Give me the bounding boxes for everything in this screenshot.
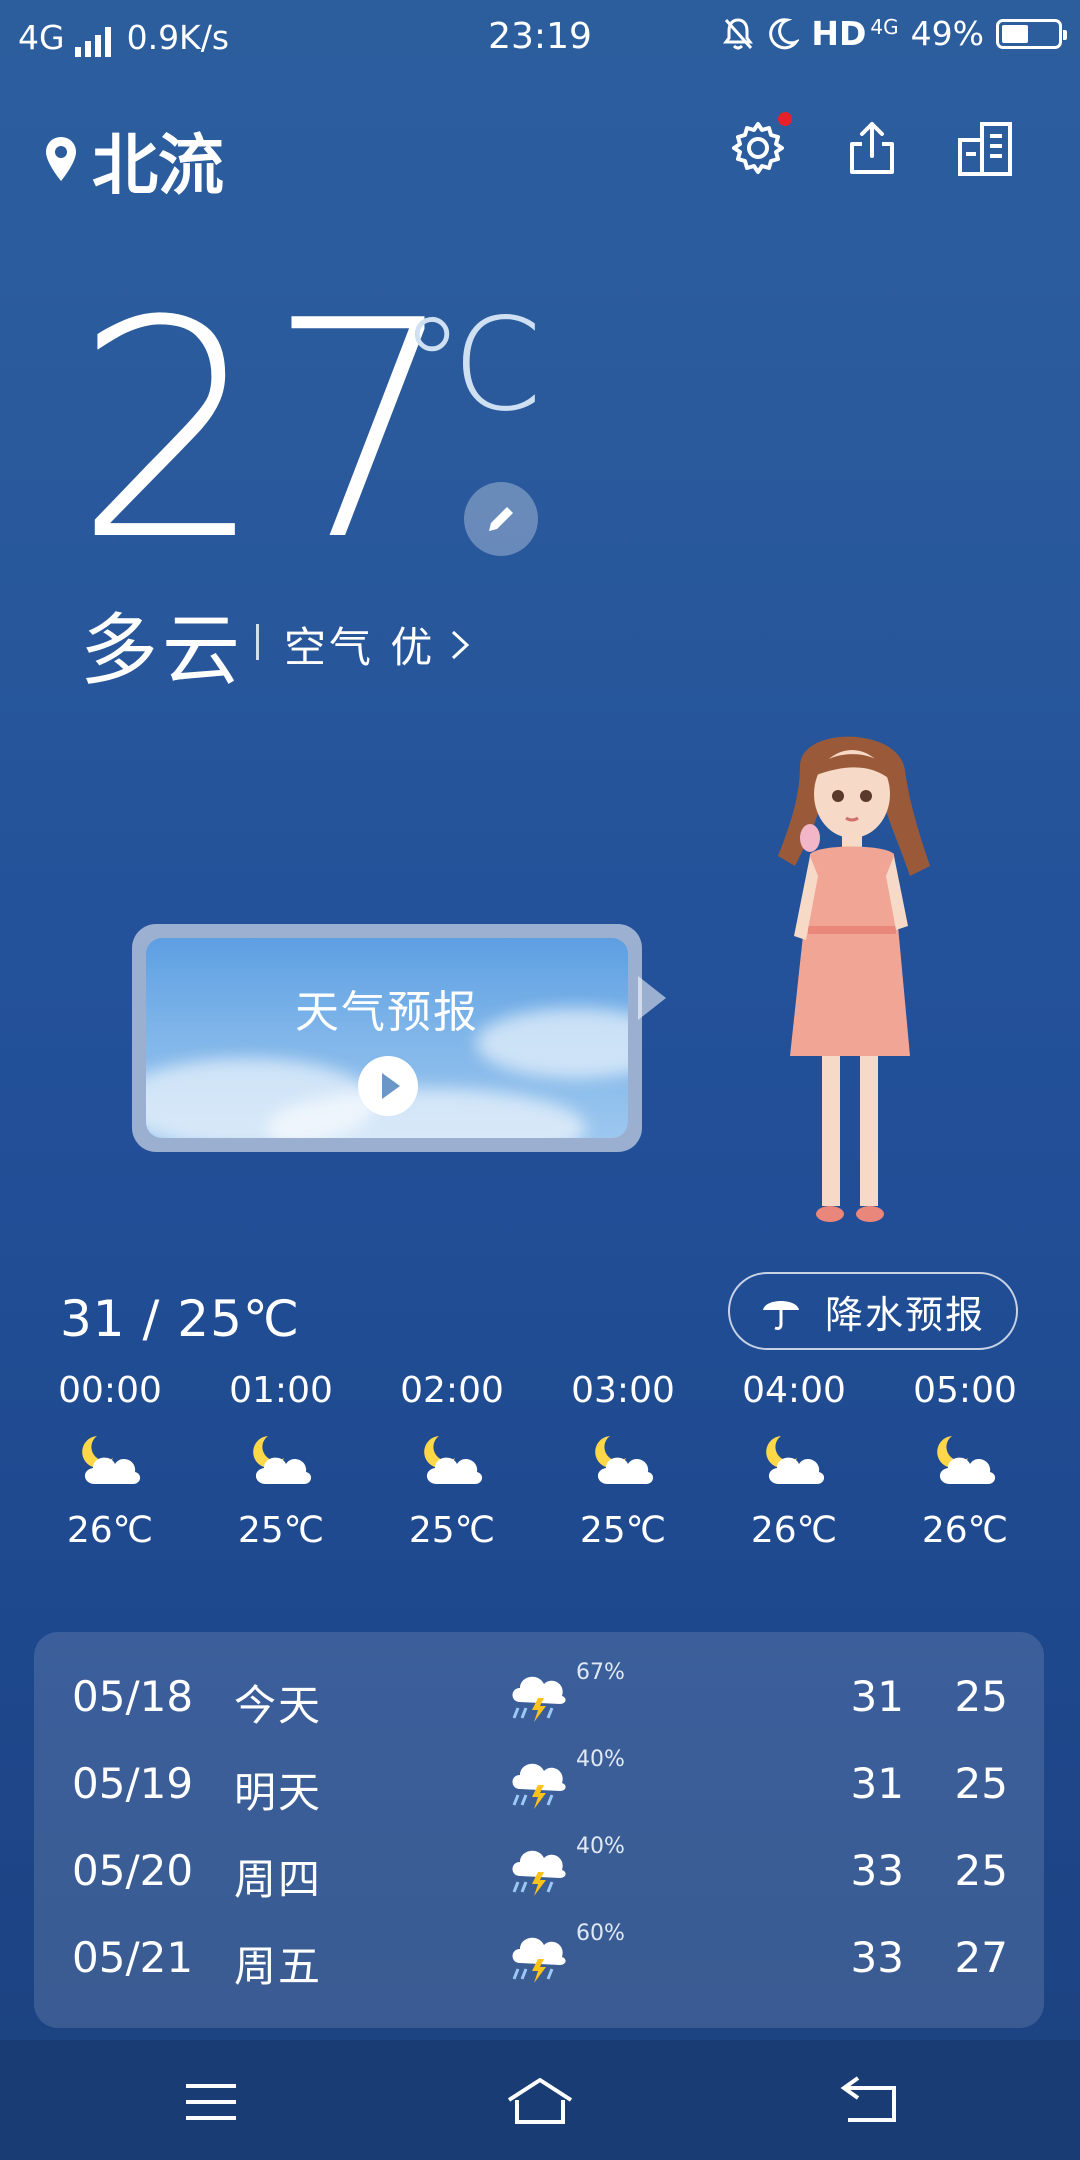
chevron-right-icon [452, 630, 470, 659]
hourly-item: 00:00 26℃ [25, 1370, 195, 1551]
play-icon[interactable] [358, 1056, 418, 1116]
precipitation-chance: 40% [576, 1747, 625, 1772]
hour-temperature: 25℃ [237, 1510, 325, 1551]
hour-temperature: 25℃ [408, 1510, 496, 1551]
air-quality-label: 空气 优 [284, 623, 436, 672]
share-button[interactable] [842, 118, 902, 178]
moon-icon [769, 17, 800, 49]
day-high: 33 [850, 1846, 904, 1895]
hour-time: 04:00 [742, 1370, 846, 1411]
hour-temperature: 26℃ [921, 1510, 1009, 1551]
hour-time: 03:00 [571, 1370, 675, 1411]
hour-time: 01:00 [229, 1370, 333, 1411]
menu-icon[interactable] [176, 2074, 246, 2130]
day-name: 周五 [234, 1942, 323, 1991]
umbrella-icon [762, 1301, 799, 1330]
day-low: 25 [954, 1846, 1008, 1895]
hour-time: 05:00 [913, 1370, 1017, 1411]
daily-row[interactable]: 05/21 周五 60% 33 27 [34, 1915, 1044, 2001]
daily-row[interactable]: 05/20 周四 40% 33 25 [34, 1828, 1044, 1914]
temperature-unit: ℃ [400, 291, 544, 440]
thunderstorm-icon [512, 1676, 566, 1722]
day-low: 25 [954, 1759, 1008, 1808]
speech-bubble-tail [638, 976, 666, 1020]
thunderstorm-icon [512, 1850, 566, 1896]
day-name: 今天 [234, 1681, 323, 1730]
network-type-2: 4G [870, 14, 899, 39]
location-pin-icon [46, 137, 76, 181]
hour-temperature: 26℃ [66, 1510, 154, 1551]
back-icon[interactable] [834, 2074, 904, 2130]
city-manage-button[interactable] [956, 118, 1016, 178]
day-date: 05/19 [72, 1759, 194, 1808]
hourly-item: 04:00 26℃ [709, 1370, 879, 1551]
hourly-item: 02:00 25℃ [367, 1370, 537, 1551]
hour-time: 00:00 [58, 1370, 162, 1411]
day-high: 31 [850, 1759, 904, 1808]
daily-row[interactable]: 05/19 明天 40% 31 25 [34, 1741, 1044, 1827]
day-low: 27 [954, 1933, 1008, 1982]
mute-bell-icon [723, 17, 754, 49]
air-quality-link[interactable]: 空气 优 [284, 614, 471, 675]
daily-forecast-panel[interactable]: 05/18 今天 67% 31 25 05/19 明天 40% 31 25 05/20 周四 40% 33… [34, 1632, 1044, 2028]
video-title: 天气预报 [295, 987, 479, 1038]
weather-anchor-character [778, 736, 930, 1222]
hd-label: HD [811, 14, 867, 53]
precipitation-chance: 60% [576, 1921, 625, 1946]
precipitation-chance: 40% [576, 1834, 625, 1859]
location-name: 北流 [92, 127, 224, 204]
hour-temperature: 26℃ [750, 1510, 838, 1551]
thunderstorm-icon [512, 1937, 566, 1983]
hour-time: 02:00 [400, 1370, 504, 1411]
day-name: 周四 [234, 1855, 323, 1904]
day-high: 33 [850, 1933, 904, 1982]
edit-button[interactable] [464, 482, 538, 556]
hourly-item: 03:00 25℃ [538, 1370, 708, 1551]
buildings-icon [958, 122, 1012, 176]
day-date: 05/20 [72, 1846, 194, 1895]
hourly-item: 01:00 25℃ [196, 1370, 366, 1551]
partly-cloudy-night-icon [937, 1436, 996, 1484]
share-icon [850, 122, 894, 174]
partly-cloudy-night-icon [253, 1436, 312, 1484]
settings-button[interactable] [728, 112, 792, 178]
hourly-forecast: 00:00 26℃ 01:00 25℃ 02:00 25℃ 03:00 25℃ 04:00 26℃… [0, 1370, 1080, 1570]
partly-cloudy-night-icon [424, 1436, 483, 1484]
battery-icon [996, 18, 1067, 49]
weather-condition: 多云 [80, 606, 245, 696]
partly-cloudy-night-icon [766, 1436, 825, 1484]
home-icon[interactable] [505, 2074, 575, 2130]
day-date: 05/18 [72, 1672, 194, 1721]
day-low: 25 [954, 1672, 1008, 1721]
partly-cloudy-night-icon [595, 1436, 654, 1484]
battery-percent: 49% [910, 14, 984, 53]
hourly-item: 05:00 26℃ [880, 1370, 1050, 1551]
gear-icon [732, 122, 784, 174]
divider [256, 624, 259, 660]
partly-cloudy-night-icon [82, 1436, 141, 1484]
status-bar: 4G 0.9K/s 23:19 HD 4G 49% [0, 0, 1080, 76]
daily-row[interactable]: 05/18 今天 67% 31 25 [34, 1654, 1044, 1740]
location[interactable]: 北流 [44, 112, 224, 208]
navigation-bar [0, 2040, 1080, 2160]
day-name: 明天 [234, 1768, 323, 1817]
video-thumbnail: 天气预报 [146, 938, 628, 1138]
day-date: 05/21 [72, 1933, 194, 1982]
precipitation-chance: 67% [576, 1660, 625, 1685]
precipitation-label: 降水预报 [824, 1292, 985, 1337]
notification-dot [778, 112, 792, 126]
precipitation-forecast-button[interactable]: 降水预报 [728, 1272, 1018, 1350]
hour-temperature: 25℃ [579, 1510, 667, 1551]
temperature-range: 31 / 25℃ [60, 1290, 301, 1348]
thunderstorm-icon [512, 1763, 566, 1809]
weather-video-card[interactable]: 天气预报 [132, 924, 642, 1152]
day-high: 31 [850, 1672, 904, 1721]
pencil-icon [489, 507, 513, 531]
